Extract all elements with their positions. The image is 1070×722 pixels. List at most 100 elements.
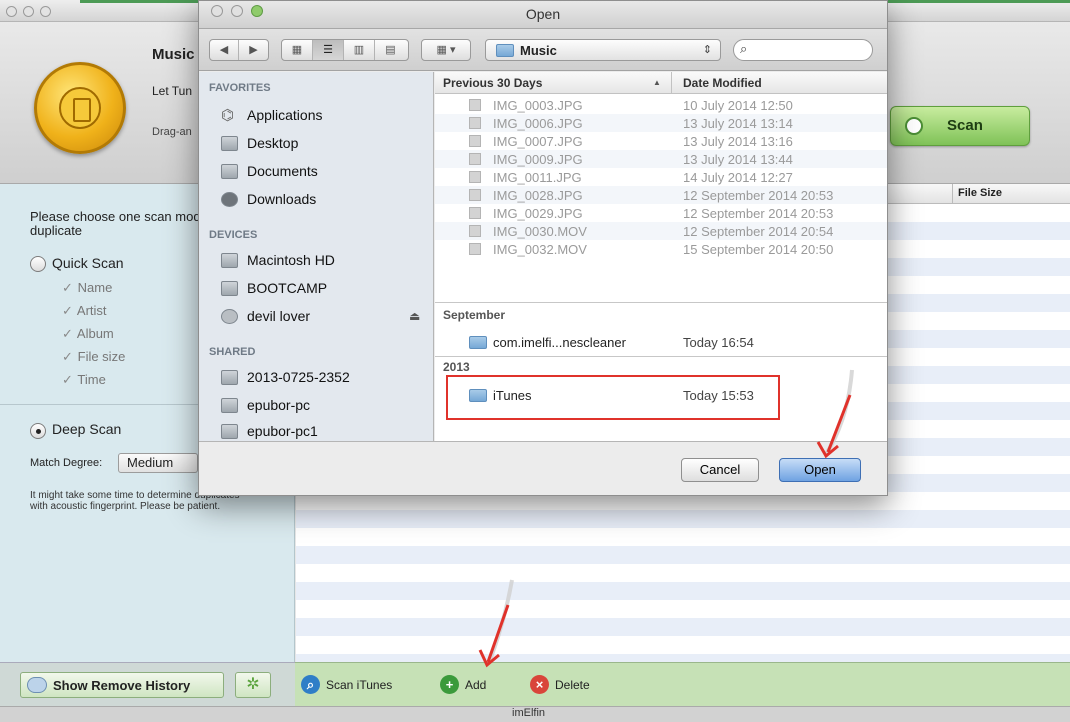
movie-file-icon: [469, 225, 481, 237]
file-name: IMG_0006.JPG: [493, 116, 583, 131]
sort-ascending-icon: ▲: [653, 78, 661, 87]
file-row[interactable]: IMG_0009.JPG 13 July 2014 13:44: [435, 150, 887, 168]
match-degree-select[interactable]: Medium: [118, 453, 198, 473]
location-popup[interactable]: Music ⇕: [485, 39, 721, 61]
deep-scan-radio[interactable]: [30, 423, 46, 439]
sidebar-item-label: epubor-pc: [247, 397, 311, 413]
sidebar-item-label: Macintosh HD: [247, 252, 335, 268]
search-icon: [905, 117, 923, 135]
option-artist-checkbox[interactable]: ✓ Artist: [62, 303, 107, 323]
dialog-toolbar: ◀ ▶ ▦ ☰ ▥ ▤ ▦ ▾ Music ⇕ ⌕: [199, 29, 887, 71]
file-row[interactable]: IMG_0032.MOV 15 September 2014 20:50: [435, 240, 887, 258]
arrange-icon: ▦ ▾: [436, 44, 456, 56]
file-name: IMG_0007.JPG: [493, 134, 583, 149]
sidebar-item-devil-lover[interactable]: devil lover ⏏: [221, 307, 433, 329]
option-album-checkbox[interactable]: ✓ Album: [62, 326, 114, 346]
column-name[interactable]: Previous 30 Days: [443, 76, 542, 90]
add-button[interactable]: + Add: [440, 675, 500, 695]
hard-drive-icon: [221, 281, 238, 296]
file-name: IMG_0028.JPG: [493, 188, 583, 203]
column-divider: [671, 72, 672, 94]
minimize-window-button[interactable]: [23, 6, 34, 17]
file-date: 14 July 2014 12:27: [683, 170, 793, 185]
image-file-icon: [469, 117, 481, 129]
search-input[interactable]: [756, 42, 866, 58]
gear-icon: ✲: [246, 676, 260, 693]
back-button[interactable]: ◀: [210, 40, 239, 60]
file-list-header: Previous 30 Days ▲ Date Modified: [435, 72, 887, 94]
coverflow-view-button[interactable]: ▤: [375, 40, 406, 60]
group-heading-september: September: [443, 308, 506, 322]
arrange-menu-button[interactable]: ▦ ▾: [421, 39, 471, 61]
search-icon: ⌕: [740, 41, 748, 56]
zoom-window-button[interactable]: [40, 6, 51, 17]
file-row[interactable]: IMG_0006.JPG 13 July 2014 13:14: [435, 114, 887, 132]
quick-scan-radio[interactable]: [30, 256, 46, 272]
add-label: Add: [465, 678, 487, 692]
sidebar-item-label: 2013-0725-2352: [247, 369, 350, 385]
list-view-button[interactable]: ☰: [313, 40, 344, 60]
column-view-button[interactable]: ▥: [344, 40, 375, 60]
quick-scan-label: Quick Scan: [52, 255, 124, 271]
image-file-icon: [469, 135, 481, 147]
file-row[interactable]: IMG_0003.JPG 10 July 2014 12:50: [435, 96, 887, 114]
computer-icon: [221, 398, 238, 413]
close-icon: ×: [530, 675, 549, 694]
location-label: Music: [520, 43, 557, 58]
deep-scan-label: Deep Scan: [52, 421, 122, 437]
file-date: 12 September 2014 20:53: [683, 188, 834, 203]
devices-heading: DEVICES: [209, 229, 258, 241]
file-name: IMG_0029.JPG: [493, 206, 583, 221]
sidebar-item-label: BOOTCAMP: [247, 280, 328, 296]
image-file-icon: [469, 189, 481, 201]
image-file-icon: [469, 207, 481, 219]
checkmark-icon: ✓: [62, 326, 73, 341]
file-row[interactable]: IMG_0029.JPG 12 September 2014 20:53: [435, 204, 887, 222]
disc-icon: [221, 309, 238, 324]
option-name-checkbox[interactable]: ✓ Name: [62, 280, 112, 300]
column-divider: [952, 184, 953, 204]
file-date: 15 September 2014 20:50: [683, 242, 834, 257]
cancel-button[interactable]: Cancel: [681, 458, 759, 482]
folder-icon: [496, 44, 514, 57]
action-toolbar: ⌕ Scan iTunes + Add × Delete: [295, 662, 1070, 706]
option-label: Album: [76, 326, 114, 341]
search-field[interactable]: ⌕: [733, 39, 873, 61]
file-date: 12 September 2014 20:54: [683, 224, 834, 239]
option-time-checkbox[interactable]: ✓ Time: [62, 372, 106, 392]
scan-button-label: Scan: [947, 117, 983, 134]
close-window-button[interactable]: [6, 6, 17, 17]
shared-heading: SHARED: [209, 346, 256, 358]
column-date-modified[interactable]: Date Modified: [683, 76, 762, 90]
scan-button[interactable]: Scan: [890, 106, 1030, 146]
app-logo: [34, 62, 126, 154]
file-row[interactable]: IMG_0028.JPG 12 September 2014 20:53: [435, 186, 887, 204]
header-title: Music: [152, 46, 195, 63]
option-label: File size: [77, 349, 126, 364]
downloads-icon: [221, 192, 238, 207]
file-row[interactable]: IMG_0011.JPG 14 July 2014 12:27: [435, 168, 887, 186]
header-subtitle: Let Tun: [152, 84, 193, 98]
scan-itunes-button[interactable]: ⌕ Scan iTunes: [301, 675, 421, 695]
back-forward-control: ◀ ▶: [209, 39, 269, 61]
icon-view-button[interactable]: ▦: [282, 40, 313, 60]
checkmark-icon: ✓: [62, 372, 73, 387]
group-divider: [435, 356, 887, 357]
delete-button[interactable]: × Delete: [530, 675, 610, 695]
column-file-size[interactable]: File Size: [958, 187, 1002, 199]
file-row[interactable]: IMG_0007.JPG 13 July 2014 13:16: [435, 132, 887, 150]
computer-icon: [221, 370, 238, 385]
group-heading-2013: 2013: [443, 360, 470, 374]
sidebar-item-label: Desktop: [247, 135, 299, 151]
view-mode-control: ▦ ☰ ▥ ▤: [281, 39, 409, 61]
settings-button[interactable]: ✲: [235, 672, 271, 698]
folder-row[interactable]: com.imelfi...nescleaner Today 16:54: [435, 332, 887, 354]
forward-button[interactable]: ▶: [239, 40, 268, 60]
eject-icon[interactable]: ⏏: [409, 309, 420, 323]
file-row[interactable]: IMG_0030.MOV 12 September 2014 20:54: [435, 222, 887, 240]
option-label: Name: [77, 280, 113, 295]
open-button[interactable]: Open: [779, 458, 861, 482]
option-filesize-checkbox[interactable]: ✓ File size: [62, 349, 125, 369]
file-name: IMG_0011.JPG: [493, 170, 582, 185]
show-remove-history-button[interactable]: Show Remove History: [20, 672, 224, 698]
